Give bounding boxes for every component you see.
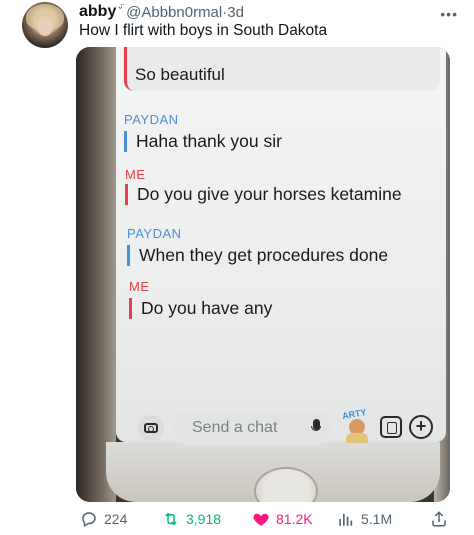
sender-label: ME <box>129 279 150 294</box>
retweet-count: 3,918 <box>186 511 222 527</box>
analytics-icon <box>339 513 353 526</box>
share-button[interactable] <box>430 510 448 528</box>
message-text: Haha thank you sir <box>124 131 282 152</box>
sender-label: ME <box>125 167 146 182</box>
retweet-button[interactable]: 3,918 <box>162 510 221 528</box>
tweet-text: How I flirt with boys in South Dakota <box>79 22 328 39</box>
share-icon <box>432 511 446 527</box>
sender-label: PAYDAN <box>124 112 179 127</box>
sticker-icon <box>380 416 402 438</box>
tweet-photo[interactable]: So beautiful PAYDAN Haha thank you sir M… <box>76 47 450 502</box>
tweet-age[interactable]: 3d <box>227 4 244 21</box>
retweet-icon <box>165 512 177 526</box>
like-count: 81.2K <box>276 511 313 527</box>
avatar-face <box>37 16 53 36</box>
phone-edge-left <box>76 47 116 502</box>
camera-icon <box>138 415 164 441</box>
message-text: When they get procedures done <box>127 245 388 266</box>
more-options-icon[interactable]: ••• <box>440 6 458 22</box>
reply-button[interactable]: 224 <box>80 510 127 528</box>
bitmoji-icon: ARTY <box>340 407 374 445</box>
chat-input: Send a chat <box>172 411 332 445</box>
chat-bar: Send a chat ARTY + <box>128 407 446 445</box>
name-emoji: ᵕ̈ <box>118 2 123 14</box>
message-text: Do you give your horses ketamine <box>125 184 402 205</box>
heart-icon <box>253 513 269 526</box>
message-text: So beautiful <box>135 65 225 84</box>
avatar[interactable] <box>22 2 68 48</box>
view-count: 5.1M <box>361 511 393 527</box>
sender-label: PAYDAN <box>127 226 182 241</box>
message-text: Do you have any <box>129 298 272 319</box>
views-button[interactable]: 5.1M <box>337 510 392 528</box>
display-name[interactable]: abby <box>79 3 116 21</box>
reply-icon <box>82 512 96 528</box>
like-button[interactable]: 81.2K <box>252 510 313 528</box>
chat-screen: So beautiful PAYDAN Haha thank you sir M… <box>116 47 446 445</box>
microphone-icon <box>311 419 321 435</box>
action-bar: 224 3,918 81.2K 5.1M <box>0 505 474 535</box>
user-handle[interactable]: @Abbbn0rmal <box>126 4 222 21</box>
author-row: abby ᵕ̈ @Abbbn0rmal · 3d <box>79 3 244 21</box>
plus-icon: + <box>409 415 433 439</box>
reply-count: 224 <box>104 511 128 527</box>
